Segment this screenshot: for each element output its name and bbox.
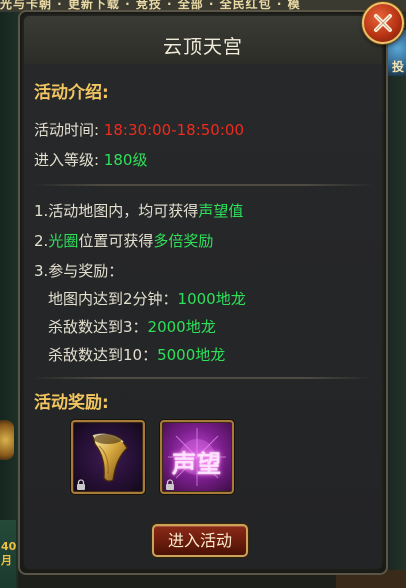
reward-condition-1: 地图内达到2分钟：1000地龙 [48,288,246,309]
divider [32,377,374,379]
reward-items: 声望 [71,420,271,500]
rule-3: 3.参与奖励： [34,262,124,280]
event-time-value: 18:30:00-18:50:00 [103,121,244,139]
enter-event-button[interactable]: 进入活动 [152,524,248,557]
reward-condition-2-text: 杀敌数达到3： [48,318,148,336]
background-left-panel [0,12,18,588]
divider [32,184,374,186]
background-right-badge-text: 投 [391,60,404,74]
background-left-icon[interactable] [0,420,14,460]
close-icon [374,14,392,32]
rule-1-text: 1.活动地图内，均可获得 [34,202,199,220]
reward-condition-3-value: 5000地龙 [157,346,226,364]
rule-2-number: 2. [34,232,49,250]
reward-item-prestige[interactable]: 声望 [160,420,234,494]
entry-level-row: 进入等级: 180级 [34,149,147,170]
rule-2-highlight-2: 多倍奖励 [153,232,214,250]
game-screen: 光与卡朝 · 更新下载 · 竞技 · 全部 · 全民红包 · 模 40 月 投 … [0,0,406,588]
prestige-label: 声望 [172,450,222,478]
rule-2: 2.光圈位置可获得多倍奖励 [34,230,213,251]
background-left-badge-text: 40 月 [1,540,17,567]
rule-1: 1.活动地图内，均可获得声望值 [34,200,243,221]
rule-2-highlight-1: 光圈 [48,232,79,250]
reward-condition-2-value: 2000地龙 [147,318,216,336]
reward-condition-1-text: 地图内达到2分钟： [48,290,178,308]
entry-level-label: 进入等级: [34,151,100,169]
reward-item-horn[interactable] [71,420,145,494]
dialog-content: 活动介绍: 活动时间: 18:30:00-18:50:00 进入等级: 180级… [24,64,382,569]
event-time-row: 活动时间: 18:30:00-18:50:00 [34,119,244,140]
reward-condition-3: 杀敌数达到10：5000地龙 [48,344,225,365]
dialog-title-bar: 云顶天宫 [24,16,382,65]
reward-condition-1-value: 1000地龙 [177,290,246,308]
reward-condition-2: 杀敌数达到3：2000地龙 [48,316,216,337]
background-right-panel [386,12,406,588]
entry-level-value: 180级 [103,151,148,169]
intro-heading: 活动介绍: [34,83,109,103]
rewards-heading: 活动奖励: [34,393,109,413]
reward-condition-3-text: 杀敌数达到10： [48,346,158,364]
event-time-label: 活动时间: [34,121,100,139]
dialog-title: 云顶天宫 [162,36,243,58]
lock-icon [166,479,174,490]
rule-1-highlight: 声望值 [198,202,244,220]
event-dialog: 云顶天宫 活动介绍: 活动时间: 18:30:00-18:50:00 进入等级:… [18,2,404,575]
close-button[interactable] [362,2,404,44]
rule-2-text: 位置可获得 [78,232,154,250]
lock-icon [77,479,85,490]
